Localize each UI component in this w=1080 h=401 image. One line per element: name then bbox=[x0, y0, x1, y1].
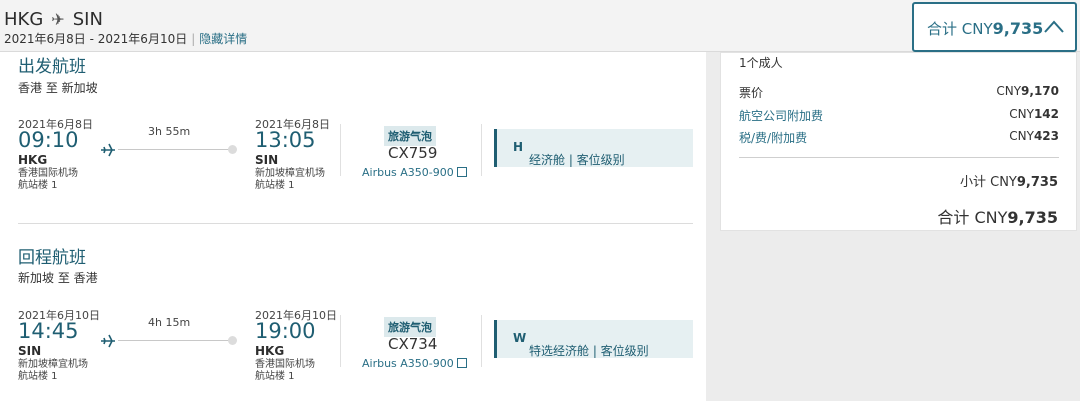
arr-airport: 香港国际机场 航站楼 1 bbox=[255, 359, 315, 383]
surcharge-row: 航空公司附加费 CNY142 bbox=[739, 107, 1059, 123]
arr-code: HKG bbox=[255, 344, 285, 358]
outbound-route: 香港 至 新加坡 bbox=[18, 81, 98, 95]
route-title: HKG ✈ SIN bbox=[4, 9, 103, 30]
cabin-label: 经济舱 | 客位级别 bbox=[529, 153, 625, 167]
return-title: 回程航班 bbox=[18, 248, 86, 268]
aircraft-link[interactable]: Airbus A350-900 bbox=[362, 357, 467, 370]
summary-divider bbox=[739, 157, 1059, 158]
arr-terminal: 航站楼 1 bbox=[255, 371, 295, 382]
dep-airport-name: 香港国际机场 bbox=[18, 168, 78, 179]
tax-value: CNY423 bbox=[1009, 129, 1059, 143]
passenger-count: 1个成人 bbox=[739, 56, 783, 70]
arr-airport-name: 新加坡樟宜机场 bbox=[255, 168, 325, 179]
booking-class: H bbox=[513, 140, 524, 154]
flight-duration: 3h 55m bbox=[148, 125, 191, 138]
subtotal-label: 小计 CNY bbox=[959, 175, 1017, 190]
amount: 9,170 bbox=[1021, 84, 1059, 98]
booking-header: HKG ✈ SIN 2021年6月8日 - 2021年6月10日 | 隐藏详情 合计 C… bbox=[0, 0, 1080, 52]
dep-airport-name: 新加坡樟宜机场 bbox=[18, 359, 88, 370]
flight-track bbox=[100, 333, 240, 349]
return-route: 新加坡 至 香港 bbox=[18, 271, 98, 285]
travel-bubble-badge: 旅游气泡 bbox=[384, 317, 436, 337]
price-summary-panel: 1个成人 票价 CNY9,170 航空公司附加费 CNY142 税/费/附加费 … bbox=[720, 52, 1077, 231]
aircraft-name: Airbus A350-900 bbox=[362, 166, 454, 179]
cabin-label: 特选经济舱 | 客位级别 bbox=[529, 344, 649, 358]
tax-row: 税/费/附加费 CNY423 bbox=[739, 129, 1059, 145]
arr-airport: 新加坡樟宜机场 航站楼 1 bbox=[255, 168, 325, 192]
track-end-dot bbox=[228, 336, 237, 345]
dep-terminal: 航站楼 1 bbox=[18, 371, 58, 382]
currency: CNY bbox=[1009, 107, 1034, 121]
flight-details-panel: 出发航班 香港 至 新加坡 2021年6月8日 09:10 HKG 香港国际机场… bbox=[0, 52, 706, 401]
grand-total-label: 合计 CNY bbox=[937, 208, 1008, 227]
aircraft-link[interactable]: Airbus A350-900 bbox=[362, 166, 467, 179]
dep-code: SIN bbox=[18, 344, 42, 358]
section-divider bbox=[18, 223, 693, 224]
amount: 423 bbox=[1033, 129, 1059, 143]
divider: | bbox=[191, 32, 196, 46]
currency: CNY bbox=[996, 84, 1022, 98]
dep-airport: 新加坡樟宜机场 航站楼 1 bbox=[18, 359, 88, 383]
divider bbox=[481, 315, 482, 367]
cabin-class-text: 特选经济舱 | 客位级别 W bbox=[513, 331, 649, 358]
total-price-button[interactable]: 合计 CNY9,735 bbox=[912, 2, 1077, 52]
track-line bbox=[118, 340, 230, 341]
booking-class: W bbox=[513, 331, 527, 345]
total-price-label: 合计 CNY9,735 bbox=[927, 18, 1043, 39]
arr-time: 19:00 bbox=[255, 319, 316, 343]
tax-link[interactable]: 税/费/附加费 bbox=[739, 129, 807, 146]
subtotal-amount: 9,735 bbox=[1016, 175, 1058, 190]
fare-label: 票价 bbox=[739, 86, 764, 100]
plane-icon: ✈ bbox=[51, 10, 65, 29]
dep-terminal: 航站楼 1 bbox=[18, 180, 58, 191]
trip-dates: 2021年6月8日 - 2021年6月10日 | 隐藏详情 bbox=[4, 30, 247, 47]
date-range: 2021年6月8日 - 2021年6月10日 bbox=[4, 32, 188, 46]
surcharge-link[interactable]: 航空公司附加费 bbox=[739, 107, 823, 124]
chevron-up-icon bbox=[1044, 20, 1064, 33]
arr-terminal: 航站楼 1 bbox=[255, 180, 295, 191]
airplane-icon bbox=[101, 334, 115, 348]
flight-duration: 4h 15m bbox=[148, 316, 191, 329]
flight-number: CX734 bbox=[388, 335, 438, 353]
cabin-class-box[interactable]: 特选经济舱 | 客位级别 W bbox=[494, 320, 693, 358]
dep-airport: 香港国际机场 航站楼 1 bbox=[18, 168, 78, 192]
dep-time: 14:45 bbox=[18, 319, 79, 343]
grand-total: 合计 CNY9,735 bbox=[937, 204, 1058, 228]
fare-value: CNY9,170 bbox=[996, 84, 1059, 98]
arr-time: 13:05 bbox=[255, 128, 316, 152]
total-price-text: 合计 CNY bbox=[927, 20, 993, 38]
travel-bubble-badge: 旅游气泡 bbox=[384, 126, 436, 146]
external-link-icon bbox=[456, 167, 467, 177]
arr-airport-name: 香港国际机场 bbox=[255, 359, 315, 370]
surcharge-value: CNY142 bbox=[1009, 107, 1059, 121]
external-link-icon bbox=[456, 358, 467, 368]
flight-number: CX759 bbox=[388, 144, 438, 162]
currency: CNY bbox=[1009, 129, 1034, 143]
track-line bbox=[118, 149, 230, 150]
grand-total-amount: 9,735 bbox=[1007, 208, 1058, 227]
arr-code: SIN bbox=[255, 153, 279, 167]
cabin-class-box[interactable]: 经济舱 | 客位级别 H bbox=[494, 129, 693, 167]
amount: 142 bbox=[1033, 107, 1059, 121]
total-price-amount: 9,735 bbox=[992, 19, 1044, 38]
outbound-flight: 2021年6月8日 09:10 HKG 香港国际机场 航站楼 1 3h 55m 2… bbox=[0, 112, 706, 192]
outbound-title: 出发航班 bbox=[18, 57, 86, 77]
return-flight: 2021年6月10日 14:45 SIN 新加坡樟宜机场 航站楼 1 4h 15m… bbox=[0, 303, 706, 383]
subtotal: 小计 CNY9,735 bbox=[960, 171, 1058, 190]
airplane-icon bbox=[101, 143, 115, 157]
divider bbox=[340, 124, 341, 176]
fare-row: 票价 CNY9,170 bbox=[739, 84, 1059, 100]
destination-code: SIN bbox=[72, 9, 103, 30]
dep-time: 09:10 bbox=[18, 128, 79, 152]
track-end-dot bbox=[228, 145, 237, 154]
flight-track bbox=[100, 142, 240, 158]
divider bbox=[340, 315, 341, 367]
dep-code: HKG bbox=[18, 153, 48, 167]
hide-details-link[interactable]: 隐藏详情 bbox=[199, 32, 247, 46]
divider bbox=[481, 124, 482, 176]
origin-code: HKG bbox=[4, 9, 44, 30]
aircraft-name: Airbus A350-900 bbox=[362, 357, 454, 370]
cabin-class-text: 经济舱 | 客位级别 H bbox=[513, 140, 625, 167]
